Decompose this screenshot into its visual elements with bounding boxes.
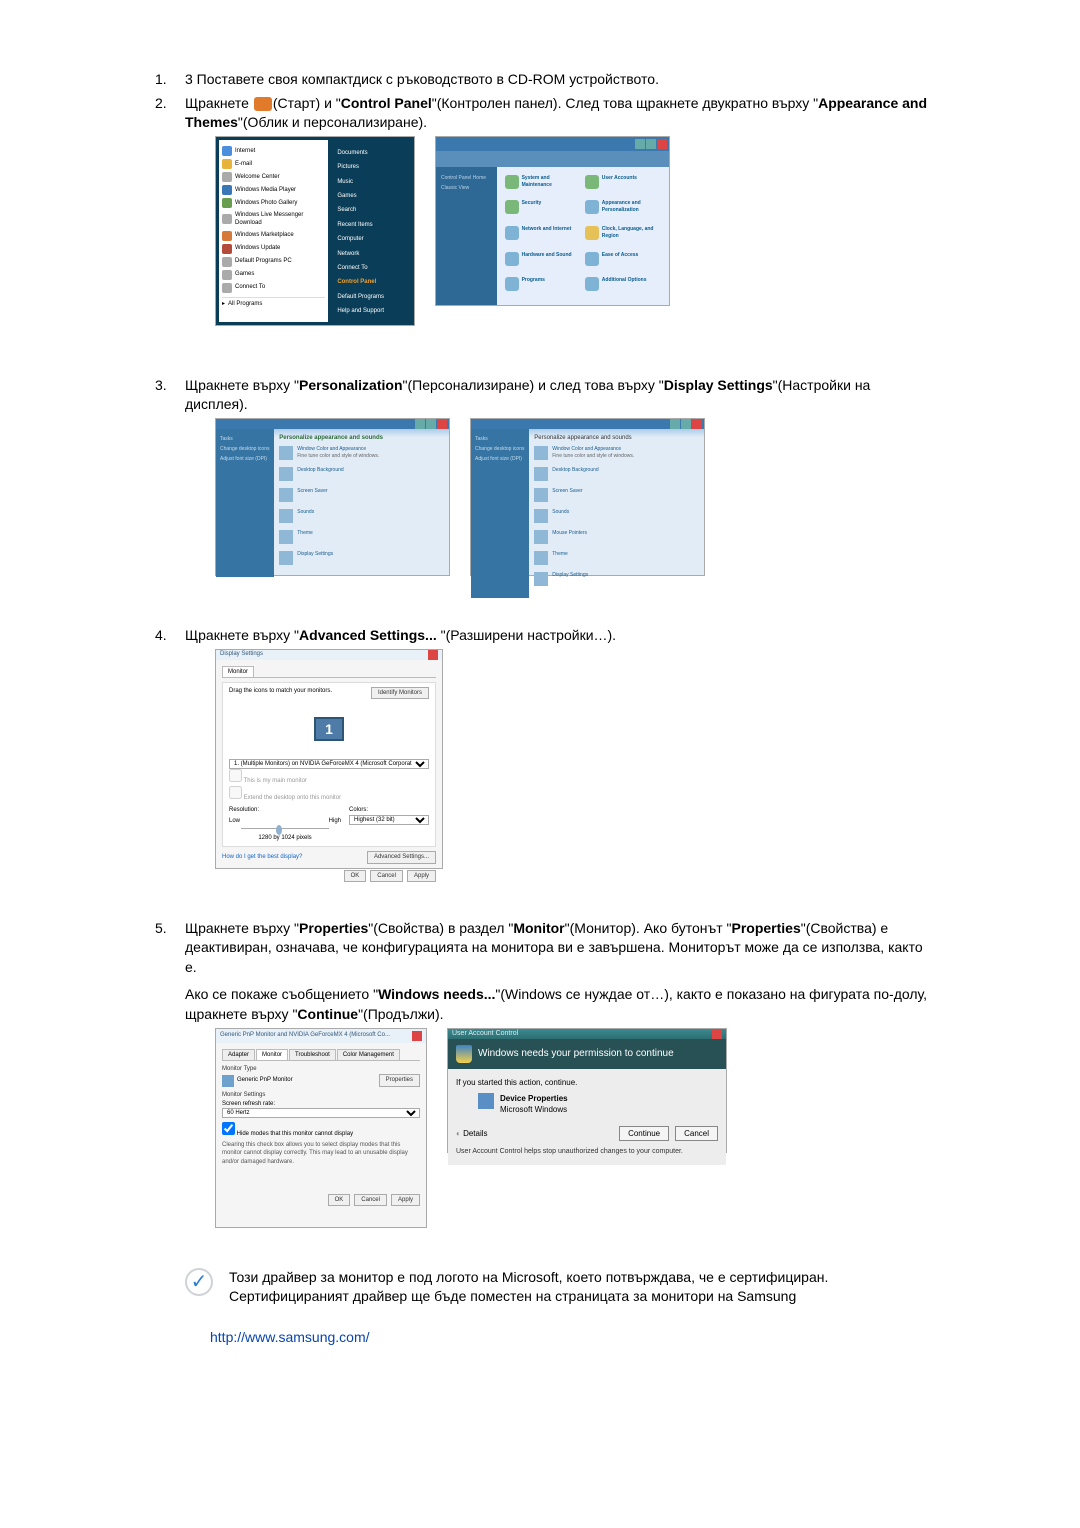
certification-note: ✓ Този драйвер за монитор е под логото н… [185,1268,930,1307]
s4-t2: "(Разширени настройки…). [441,627,616,643]
display-settings-screenshot: Display Settings Monitor Drag the icons … [215,649,443,869]
step-1-text: 3 Поставете своя компактдиск с ръководст… [185,71,659,87]
s2-t1: Щракнете [185,95,253,111]
s2-t4: "(Облик и персонализиране). [238,114,427,130]
control-panel-screenshot: Control Panel Home Classic View System a… [435,136,670,306]
personalization-screenshot-1: Tasks Change desktop icons Adjust font s… [215,418,450,576]
step-3-images: Tasks Change desktop icons Adjust font s… [215,418,930,576]
s5-t5: Ако се покаже съобщението " [185,986,378,1002]
s5-b3: Properties [732,920,801,936]
uac-prompt-screenshot: User Account Control Windows needs your … [447,1028,727,1153]
s5-b1: Properties [299,920,368,936]
monitor-properties-screenshot: Generic PnP Monitor and NVIDIA GeForceMX… [215,1028,427,1228]
step-4: Щракнете върху "Advanced Settings... "(Р… [155,626,930,869]
start-menu-screenshot: Internet E-mail Welcome Center Windows M… [215,136,415,326]
step-5-images: Generic PnP Monitor and NVIDIA GeForceMX… [215,1028,930,1228]
step-2: Щракнете (Старт) и "Control Panel"(Контр… [155,94,930,326]
s5-b4: Windows needs... [378,986,495,1002]
s2-b1: Control Panel [341,95,432,111]
s2-t2: (Старт) и " [273,95,341,111]
s4-t1: Щракнете върху " [185,627,299,643]
step-4-images: Display Settings Monitor Drag the icons … [215,649,930,869]
s5-t7: "(Продължи). [358,1006,443,1022]
s5-t1: Щракнете върху " [185,920,299,936]
s5-b5: Continue [297,1006,358,1022]
step-2-images: Internet E-mail Welcome Center Windows M… [215,136,930,326]
instruction-list: 3 Поставете своя компактдиск с ръководст… [155,70,930,1228]
samsung-link[interactable]: http://www.samsung.com/ [210,1329,370,1345]
note-line-1: Този драйвер за монитор е под логото на … [229,1269,828,1285]
s3-t1: Щракнете върху " [185,377,299,393]
s4-b1: Advanced Settings... [299,627,441,643]
s3-b2: Display Settings [664,377,773,393]
step-1: 3 Поставете своя компактдиск с ръководст… [155,70,930,90]
note-text: Този драйвер за монитор е под логото на … [229,1268,828,1307]
checkmark-icon: ✓ [185,1268,213,1296]
s5-t3: "(Монитор). Ако бутонът " [565,920,732,936]
s2-t3: "(Контролен панел). След това щракнете д… [432,95,818,111]
personalization-screenshot-2: Tasks Change desktop icons Adjust font s… [470,418,705,576]
s5-t2: "(Свойства) в раздел " [368,920,513,936]
step-3: Щракнете върху "Personalization"(Персона… [155,376,930,576]
s3-t2: "(Персонализиране) и след това върху " [403,377,664,393]
s5-b2: Monitor [513,920,564,936]
step-5: Щракнете върху "Properties"(Свойства) в … [155,919,930,1228]
s3-b1: Personalization [299,377,402,393]
note-line-2: Сертифицираният драйвер ще бъде поместен… [229,1288,796,1304]
start-orb-icon [254,97,272,111]
